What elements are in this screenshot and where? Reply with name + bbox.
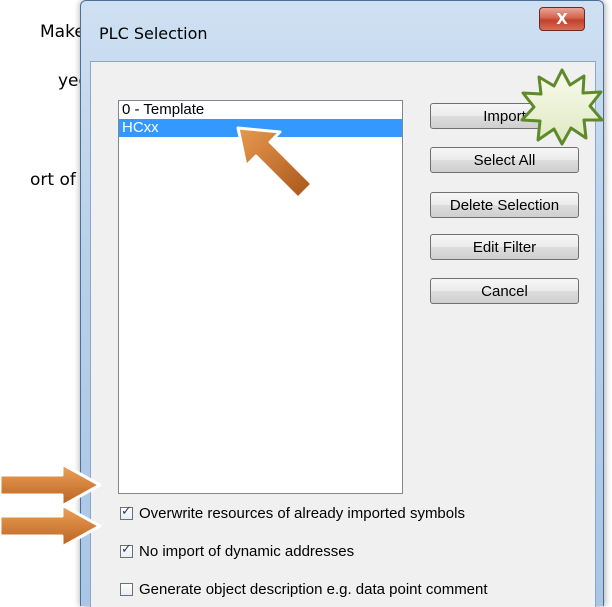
background-text-1: Make <box>40 22 85 42</box>
edit-filter-button[interactable]: Edit Filter <box>430 234 579 260</box>
background-text-3: ort of <box>30 170 76 190</box>
no-dynamic-import-checkbox[interactable] <box>120 542 133 558</box>
delete-selection-button[interactable]: Delete Selection <box>430 192 579 218</box>
dialog-title: PLC Selection <box>99 24 208 43</box>
import-button[interactable]: Import <box>430 103 579 129</box>
close-icon: X <box>556 10 568 28</box>
no-dynamic-import-label: No import of dynamic addresses <box>139 543 355 560</box>
generate-description-option[interactable]: Generate object description e.g. data po… <box>120 581 488 598</box>
generate-description-label: Generate object description e.g. data po… <box>139 581 488 598</box>
dialog-client-area: 0 - Template HCxx Import Select All Dele… <box>90 61 596 607</box>
select-all-button[interactable]: Select All <box>430 147 579 173</box>
overwrite-resources-option[interactable]: Overwrite resources of already imported … <box>120 504 465 522</box>
plc-listbox[interactable]: 0 - Template HCxx <box>118 100 403 494</box>
list-item-hcxx[interactable]: HCxx <box>119 119 402 137</box>
generate-description-checkbox[interactable] <box>120 583 133 596</box>
plc-selection-dialog: PLC Selection X 0 - Template HCxx Import… <box>80 0 604 607</box>
close-button[interactable]: X <box>539 7 585 31</box>
overwrite-resources-checkbox[interactable] <box>120 504 133 520</box>
list-item-template[interactable]: 0 - Template <box>119 101 402 119</box>
title-bar[interactable]: PLC Selection X <box>81 1 603 61</box>
overwrite-resources-label: Overwrite resources of already imported … <box>139 505 465 522</box>
cancel-button[interactable]: Cancel <box>430 278 579 304</box>
no-dynamic-import-option[interactable]: No import of dynamic addresses <box>120 542 355 560</box>
